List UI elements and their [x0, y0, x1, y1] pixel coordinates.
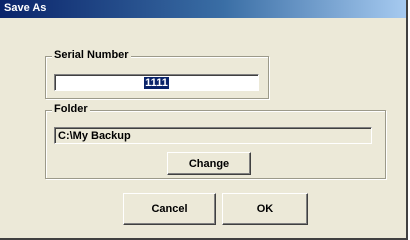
serial-number-group: Serial Number 1111: [45, 49, 269, 99]
change-button[interactable]: Change: [167, 152, 251, 175]
title-bar[interactable]: Save As: [0, 0, 406, 18]
save-as-dialog: Save As Serial Number 1111 Folder C:\My …: [0, 0, 408, 240]
window-title: Save As: [4, 2, 47, 14]
folder-group: Folder C:\My Backup Change: [45, 103, 386, 179]
cancel-button[interactable]: Cancel: [123, 193, 216, 225]
serial-number-value: 1111: [144, 77, 169, 89]
ok-button[interactable]: OK: [222, 193, 308, 225]
serial-number-input[interactable]: 1111: [54, 74, 259, 91]
serial-number-label: Serial Number: [52, 49, 131, 61]
folder-path-field: C:\My Backup: [54, 127, 372, 144]
folder-label: Folder: [52, 103, 90, 115]
